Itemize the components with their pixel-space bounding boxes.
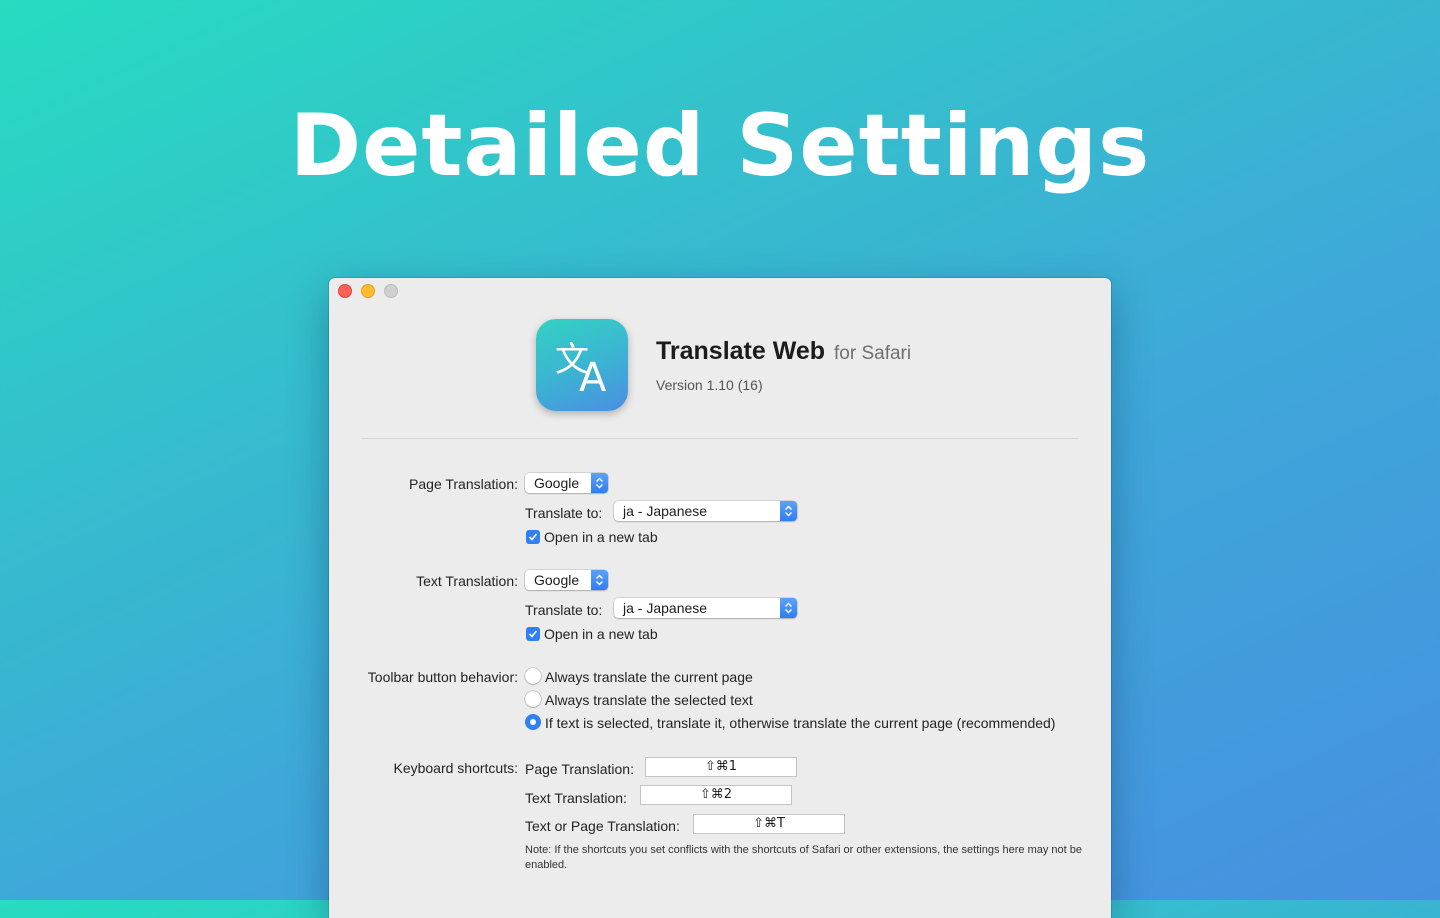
keyboard-shortcuts-label: Keyboard shortcuts: [393, 760, 518, 776]
text-translation-label: Text Translation: [416, 573, 518, 589]
shortcuts-note: Note: If the shortcuts you set conflicts… [525, 844, 1083, 871]
toolbar-option-current-page-radio[interactable] [525, 668, 541, 684]
shortcut-text-or-page-field[interactable]: ⇧⌘T [693, 814, 845, 834]
headline: Detailed Settings [289, 96, 1151, 196]
toolbar-option-recommended-radio[interactable] [525, 714, 541, 730]
minimize-button[interactable] [361, 284, 375, 298]
app-name: Translate Web [656, 337, 826, 365]
text-open-new-tab-label: Open in a new tab [544, 626, 658, 642]
page-open-new-tab-label: Open in a new tab [544, 529, 658, 545]
toolbar-option-selected-text-radio[interactable] [525, 691, 541, 707]
page-translation-service-select[interactable]: Google [525, 473, 608, 493]
divider [361, 438, 1079, 439]
page-translate-to-label: Translate to: [525, 505, 603, 521]
window-controls [338, 284, 398, 298]
shortcut-page-label: Page Translation: [525, 761, 634, 777]
chevron-updown-icon [591, 473, 608, 493]
svg-text:A: A [579, 355, 607, 401]
zoom-button[interactable] [384, 284, 398, 298]
app-title: Translate Web for Safari [656, 337, 911, 366]
toolbar-behavior-label: Toolbar button behavior: [367, 669, 518, 685]
shortcut-text-field[interactable]: ⇧⌘2 [640, 785, 792, 805]
page-open-new-tab-checkbox[interactable] [526, 530, 540, 544]
page-translate-to-value: ja - Japanese [623, 503, 708, 519]
chevron-updown-icon [591, 570, 608, 590]
shortcut-text-or-page-label: Text or Page Translation: [525, 818, 680, 834]
page-translation-label: Page Translation: [409, 476, 518, 492]
close-button[interactable] [338, 284, 352, 298]
toolbar-option-label: Always translate the current page [545, 669, 753, 685]
chevron-updown-icon [780, 501, 797, 521]
translate-icon: 文 A [536, 319, 628, 411]
app-version: Version 1.10 (16) [656, 377, 763, 393]
text-translate-to-label: Translate to: [525, 602, 603, 618]
page-translation-service-value: Google [534, 475, 580, 491]
text-translation-service-select[interactable]: Google [525, 570, 608, 590]
toolbar-option-label: Always translate the selected text [545, 692, 753, 708]
toolbar-option-label: If text is selected, translate it, other… [545, 715, 1056, 731]
text-open-new-tab-checkbox[interactable] [526, 627, 540, 641]
page-translate-to-select[interactable]: ja - Japanese [614, 501, 797, 521]
chevron-updown-icon [780, 598, 797, 618]
settings-window: 文 A Translate Web for Safari Version 1.1… [329, 278, 1111, 918]
text-translate-to-select[interactable]: ja - Japanese [614, 598, 797, 618]
shortcut-text-label: Text Translation: [525, 790, 627, 806]
text-translation-service-value: Google [534, 572, 580, 588]
app-suffix: for Safari [834, 343, 912, 364]
text-translate-to-value: ja - Japanese [623, 600, 708, 616]
shortcut-page-field[interactable]: ⇧⌘1 [645, 757, 797, 777]
